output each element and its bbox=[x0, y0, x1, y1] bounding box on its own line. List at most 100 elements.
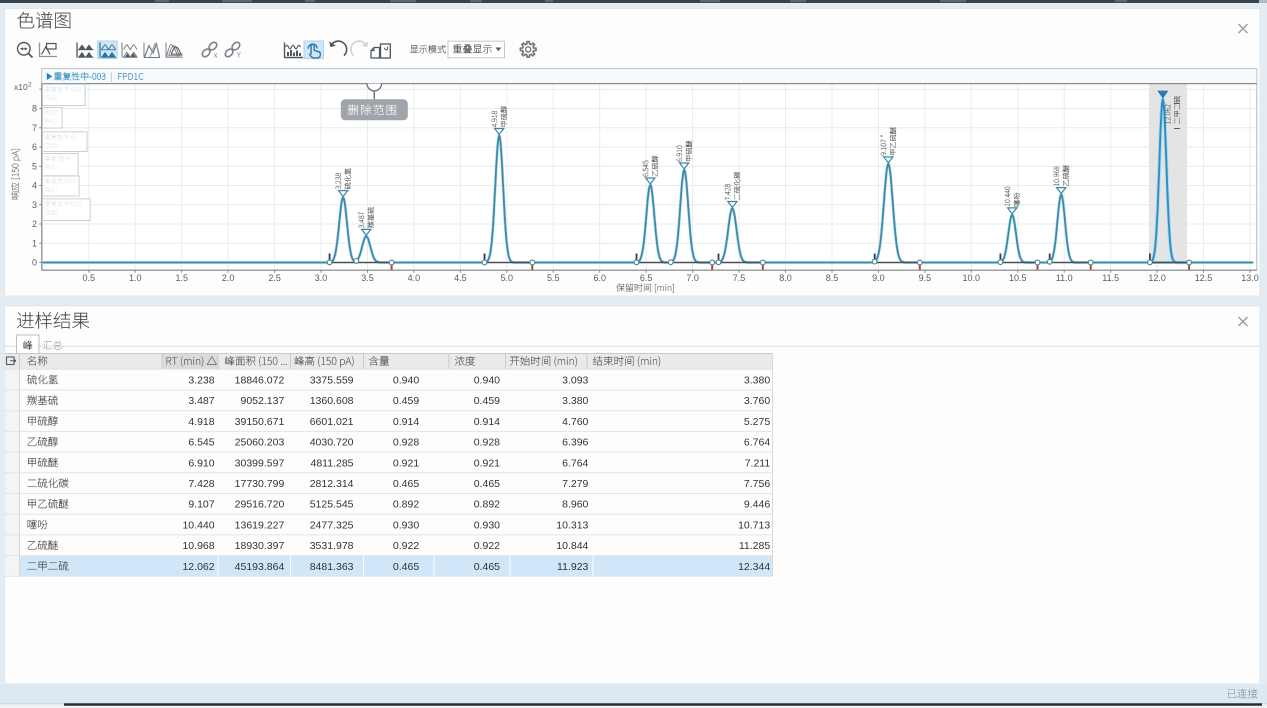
svg-text:5.0: 5.0 bbox=[501, 273, 514, 283]
svg-text:3.487: 3.487 bbox=[188, 395, 214, 407]
svg-text:4030.720: 4030.720 bbox=[310, 437, 354, 449]
svg-text:7.5: 7.5 bbox=[733, 273, 746, 283]
svg-text:7.279: 7.279 bbox=[562, 478, 588, 490]
svg-text:0.921: 0.921 bbox=[393, 457, 419, 469]
svg-text:30399.597: 30399.597 bbox=[235, 457, 285, 469]
svg-text:4.5: 4.5 bbox=[454, 273, 467, 283]
svg-text:10.0: 10.0 bbox=[963, 273, 981, 283]
svg-text:2477.325: 2477.325 bbox=[310, 519, 354, 531]
svg-text:1360.608: 1360.608 bbox=[310, 395, 354, 407]
svg-text:12.5: 12.5 bbox=[1195, 273, 1213, 283]
svg-text:9052.137: 9052.137 bbox=[241, 395, 285, 407]
svg-text:8: 8 bbox=[32, 104, 37, 114]
svg-text:12.0: 12.0 bbox=[1148, 273, 1166, 283]
svg-text:12.062: 12.062 bbox=[182, 561, 214, 573]
svg-text:6: 6 bbox=[32, 142, 37, 152]
svg-text:45193.864: 45193.864 bbox=[235, 561, 285, 573]
svg-text:6.910: 6.910 bbox=[188, 457, 214, 469]
svg-text:6.764: 6.764 bbox=[562, 457, 588, 469]
svg-text:8.0: 8.0 bbox=[779, 273, 792, 283]
svg-text:10.844: 10.844 bbox=[556, 540, 588, 552]
svg-text:1.5: 1.5 bbox=[175, 273, 188, 283]
svg-text:2: 2 bbox=[32, 219, 37, 229]
svg-text:7.211: 7.211 bbox=[745, 457, 771, 469]
svg-text:0.459: 0.459 bbox=[474, 395, 500, 407]
svg-text:11.923: 11.923 bbox=[557, 561, 588, 573]
svg-text:10.313: 10.313 bbox=[556, 519, 588, 531]
svg-text:0.928: 0.928 bbox=[474, 437, 500, 449]
svg-text:3.238: 3.238 bbox=[188, 375, 214, 387]
svg-text:8.960: 8.960 bbox=[562, 499, 588, 511]
svg-text:0: 0 bbox=[32, 258, 37, 268]
svg-text:0.940: 0.940 bbox=[474, 375, 500, 387]
svg-text:7.0: 7.0 bbox=[686, 273, 699, 283]
svg-text:3.380: 3.380 bbox=[562, 395, 588, 407]
svg-text:3.5: 3.5 bbox=[361, 273, 374, 283]
svg-text:18846.072: 18846.072 bbox=[235, 375, 285, 387]
svg-text:3.380: 3.380 bbox=[744, 375, 770, 387]
svg-text:0.930: 0.930 bbox=[393, 519, 419, 531]
svg-text:0.5: 0.5 bbox=[83, 273, 96, 283]
svg-text:0.465: 0.465 bbox=[393, 561, 419, 573]
svg-text:5.5: 5.5 bbox=[547, 273, 560, 283]
svg-text:2.5: 2.5 bbox=[268, 273, 281, 283]
svg-text:0.914: 0.914 bbox=[393, 416, 419, 428]
svg-text:0.892: 0.892 bbox=[474, 499, 500, 511]
svg-text:x10: x10 bbox=[14, 82, 28, 92]
svg-text:0.930: 0.930 bbox=[474, 519, 500, 531]
svg-text:6.5: 6.5 bbox=[640, 273, 653, 283]
svg-text:4.760: 4.760 bbox=[562, 416, 588, 428]
svg-text:2812.314: 2812.314 bbox=[310, 478, 354, 490]
svg-text:3.760: 3.760 bbox=[744, 395, 770, 407]
svg-text:7.428: 7.428 bbox=[188, 478, 214, 490]
svg-text:9.5: 9.5 bbox=[919, 273, 932, 283]
svg-text:7: 7 bbox=[32, 123, 37, 133]
svg-text:0.465: 0.465 bbox=[474, 561, 500, 573]
svg-text:6601.021: 6601.021 bbox=[310, 416, 354, 428]
svg-text:4: 4 bbox=[32, 181, 37, 191]
svg-text:13619.227: 13619.227 bbox=[235, 519, 285, 531]
svg-text:0.465: 0.465 bbox=[393, 478, 419, 490]
svg-text:3: 3 bbox=[32, 200, 37, 210]
svg-text:3375.559: 3375.559 bbox=[310, 375, 354, 387]
svg-text:17730.799: 17730.799 bbox=[235, 478, 285, 490]
svg-text:10.713: 10.713 bbox=[738, 519, 770, 531]
svg-text:6.545: 6.545 bbox=[188, 437, 214, 449]
svg-text:11.0: 11.0 bbox=[1056, 273, 1073, 283]
svg-text:39150.671: 39150.671 bbox=[235, 416, 285, 428]
svg-text:0.940: 0.940 bbox=[393, 375, 419, 387]
svg-text:6.0: 6.0 bbox=[593, 273, 606, 283]
svg-text:0.465: 0.465 bbox=[474, 478, 500, 490]
svg-text:29516.720: 29516.720 bbox=[235, 499, 285, 511]
svg-text:0.459: 0.459 bbox=[393, 395, 419, 407]
svg-text:2.0: 2.0 bbox=[222, 273, 235, 283]
svg-text:3.0: 3.0 bbox=[315, 273, 328, 283]
svg-text:0.914: 0.914 bbox=[474, 416, 500, 428]
svg-text:0.922: 0.922 bbox=[474, 540, 500, 552]
svg-text:4.918: 4.918 bbox=[188, 416, 214, 428]
svg-text:4811.285: 4811.285 bbox=[310, 457, 353, 469]
svg-text:10.440: 10.440 bbox=[182, 519, 214, 531]
svg-text:5125.545: 5125.545 bbox=[310, 499, 354, 511]
svg-text:10.968: 10.968 bbox=[182, 540, 214, 552]
svg-text:6.764: 6.764 bbox=[744, 437, 770, 449]
svg-text:12.344: 12.344 bbox=[738, 561, 770, 573]
svg-text:9.446: 9.446 bbox=[744, 499, 770, 511]
svg-text:1: 1 bbox=[32, 238, 37, 248]
svg-text:8481.363: 8481.363 bbox=[310, 561, 354, 573]
svg-text:0.928: 0.928 bbox=[393, 437, 419, 449]
svg-text:0.922: 0.922 bbox=[393, 540, 419, 552]
svg-text:6.396: 6.396 bbox=[562, 437, 588, 449]
svg-text:1.0: 1.0 bbox=[129, 273, 142, 283]
svg-text:2: 2 bbox=[28, 82, 32, 89]
svg-text:3.093: 3.093 bbox=[562, 375, 588, 387]
svg-text:9.107: 9.107 bbox=[188, 499, 214, 511]
svg-text:0.892: 0.892 bbox=[393, 499, 419, 511]
svg-text:10.5: 10.5 bbox=[1009, 273, 1027, 283]
svg-text:5: 5 bbox=[32, 161, 37, 171]
svg-text:11.285: 11.285 bbox=[739, 540, 770, 552]
svg-text:4.0: 4.0 bbox=[408, 273, 421, 283]
svg-text:18930.397: 18930.397 bbox=[235, 540, 285, 552]
svg-text:0.921: 0.921 bbox=[474, 457, 500, 469]
svg-text:9.0: 9.0 bbox=[872, 273, 885, 283]
